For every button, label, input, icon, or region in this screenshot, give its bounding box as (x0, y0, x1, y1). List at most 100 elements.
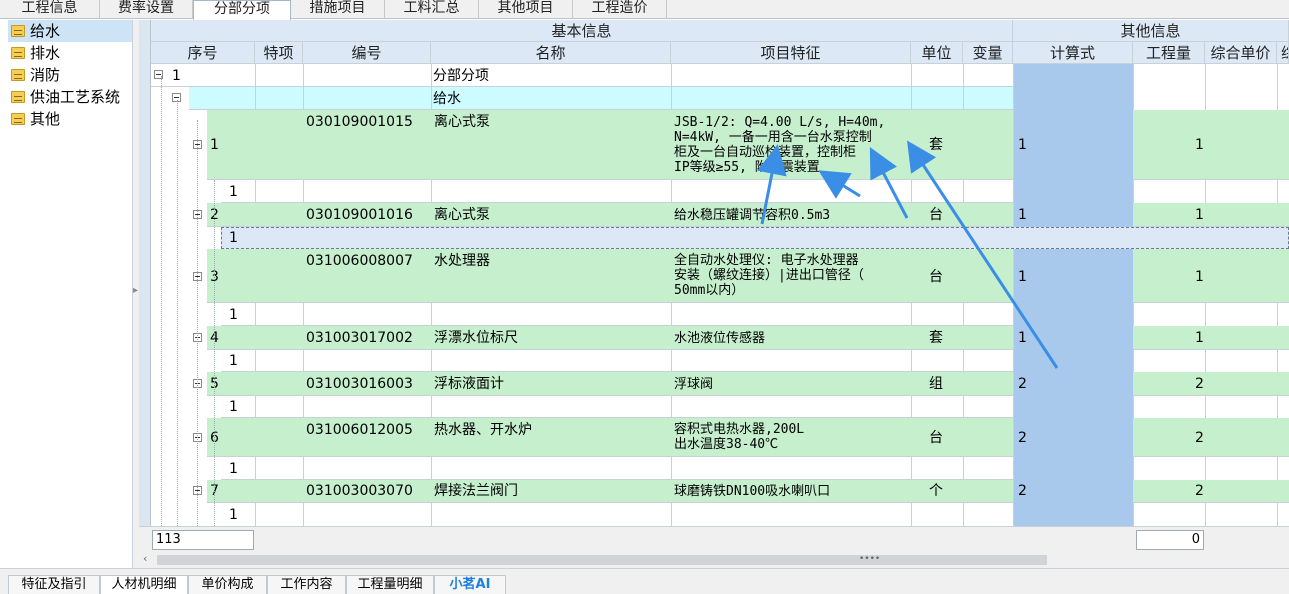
folder-icon (11, 113, 25, 125)
table-row[interactable]: 1 分部分项 (151, 64, 1013, 87)
row-name: 离心式泵 (434, 207, 490, 223)
total-quantity-field[interactable]: 0 (1136, 530, 1204, 550)
table-row[interactable] (221, 180, 1013, 203)
table-row[interactable] (221, 303, 1013, 326)
row-name: 浮漂水位标尺 (434, 330, 518, 346)
row-feature: 球磨铸铁DN100吸水喇叭口 (674, 484, 831, 499)
row-feature: 全自动水处理仪: 电子水处理器 安装（螺纹连接）|进出口管径（ 50mm以内） (674, 253, 864, 298)
tab-material-summary[interactable]: 工料汇总 (385, 0, 479, 19)
row-indicator-column (139, 20, 151, 526)
tab-work-content[interactable]: 工作内容 (267, 575, 346, 594)
tree-item-oil-supply[interactable]: 供油工艺系统 (8, 86, 132, 108)
folder-icon (11, 25, 25, 37)
row-name: 给水 (433, 91, 461, 107)
row-quantity: 2 (1195, 376, 1204, 392)
row-name: 焊接法兰阀门 (434, 483, 518, 499)
table-row[interactable] (221, 457, 1013, 480)
tree-item-label: 其他 (30, 110, 61, 128)
formula-column-highlight (1013, 64, 1133, 526)
table-row[interactable]: 给水 (189, 87, 1013, 110)
col-header-unit-price[interactable]: 综合单价 (1205, 42, 1277, 64)
row-code: 030109001016 (306, 207, 413, 223)
scroll-left-icon[interactable]: ‹ (143, 552, 147, 565)
row-seq: 1 (210, 137, 219, 153)
row-name: 离心式泵 (434, 114, 490, 130)
row-seq: 1 (229, 230, 238, 246)
row-code: 031006012005 (306, 422, 413, 438)
row-count-field[interactable]: 113 (152, 530, 254, 550)
row-seq: 1 (229, 307, 238, 323)
collapse-arrow-icon[interactable]: ▸ (133, 285, 138, 296)
tree-item-label: 排水 (30, 44, 61, 62)
tree-item-fire[interactable]: 消防 (8, 64, 132, 86)
row-unit: 组 (929, 376, 943, 392)
row-name: 热水器、开水炉 (434, 422, 532, 438)
tree-item-label: 供油工艺系统 (30, 88, 121, 106)
row-unit: 套 (929, 137, 943, 153)
row-formula: 1 (1018, 137, 1027, 153)
row-seq: 1 (229, 461, 238, 477)
row-seq: 1 (229, 184, 238, 200)
tab-other-items[interactable]: 其他项目 (479, 0, 573, 19)
tab-rate-settings[interactable]: 费率设置 (100, 0, 193, 19)
tree-item-other[interactable]: 其他 (8, 108, 132, 130)
top-tab-bar: 工程信息 费率设置 分部分项 措施项目 工料汇总 其他项目 工程造价 (0, 0, 1289, 20)
row-code: 031003017002 (306, 330, 413, 346)
tab-sub-items[interactable]: 分部分项 (193, 0, 291, 20)
tree-item-drainage[interactable]: 排水 (8, 42, 132, 64)
group-header-other: 其他信息 (1013, 20, 1289, 42)
col-header-special[interactable]: 特项 (255, 42, 303, 64)
folder-icon (11, 69, 25, 81)
row-feature: 容积式电热水器,200L 出水温度38-40℃ (674, 422, 805, 452)
row-unit: 台 (929, 207, 943, 223)
row-feature: JSB-1/2: Q=4.00 L/s, H=40m, N=4kW, 一备一用含… (674, 115, 886, 175)
col-header-extra[interactable]: 综 (1277, 42, 1289, 64)
col-header-seq[interactable]: 序号 (151, 42, 255, 64)
tree-item-water-supply[interactable]: 给水 (8, 20, 132, 42)
row-formula: 2 (1018, 376, 1027, 392)
col-header-quantity[interactable]: 工程量 (1133, 42, 1205, 64)
row-formula: 1 (1018, 207, 1027, 223)
table-row[interactable] (221, 503, 1013, 526)
horizontal-scrollbar[interactable]: ‹ •••• (139, 552, 1289, 568)
row-unit: 套 (929, 330, 943, 346)
col-header-name[interactable]: 名称 (431, 42, 671, 64)
table-row[interactable] (221, 396, 1013, 418)
row-name: 水处理器 (434, 253, 490, 269)
bottom-tab-bar: 特征及指引 人材机明细 单价构成 工作内容 工程量明细 小茗AI (0, 568, 1289, 594)
row-code: 030109001015 (306, 114, 413, 130)
row-seq: 1 (229, 507, 238, 523)
tab-price-composition[interactable]: 单价构成 (188, 575, 267, 594)
row-quantity: 2 (1195, 430, 1204, 446)
col-header-unit[interactable]: 单位 (911, 42, 963, 64)
tab-labor-material[interactable]: 人材机明细 (100, 575, 188, 594)
row-quantity: 1 (1195, 207, 1204, 223)
row-formula: 1 (1018, 269, 1027, 285)
folder-icon (11, 91, 25, 103)
row-feature: 水池液位传感器 (674, 331, 766, 346)
row-quantity: 1 (1195, 137, 1204, 153)
table-row[interactable] (221, 350, 1013, 372)
col-header-feature[interactable]: 项目特征 (671, 42, 911, 64)
row-formula: 2 (1018, 430, 1027, 446)
folder-icon (11, 47, 25, 59)
col-header-variable[interactable]: 变量 (963, 42, 1013, 64)
row-name: 分部分项 (433, 68, 489, 84)
tab-ai-assistant[interactable]: 小茗AI (434, 575, 506, 594)
tab-features-guide[interactable]: 特征及指引 (8, 575, 100, 594)
row-feature: 给水稳压罐调节容积0.5m3 (674, 208, 831, 223)
tab-measures[interactable]: 措施项目 (291, 0, 385, 19)
col-header-formula[interactable]: 计算式 (1013, 42, 1133, 64)
tab-project-info[interactable]: 工程信息 (0, 0, 100, 19)
row-code: 031003003070 (306, 483, 413, 499)
table-row-selected[interactable] (221, 227, 1289, 249)
tab-project-cost[interactable]: 工程造价 (573, 0, 667, 19)
row-quantity: 1 (1195, 269, 1204, 285)
scroll-thumb[interactable] (157, 555, 1047, 565)
row-code: 031003016003 (306, 376, 413, 392)
col-header-code[interactable]: 编号 (303, 42, 431, 64)
tab-quantity-detail[interactable]: 工程量明细 (346, 575, 434, 594)
row-code: 031006008007 (306, 253, 413, 269)
drag-handle-icon[interactable]: •••• (859, 554, 880, 564)
row-seq: 1 (229, 353, 238, 369)
